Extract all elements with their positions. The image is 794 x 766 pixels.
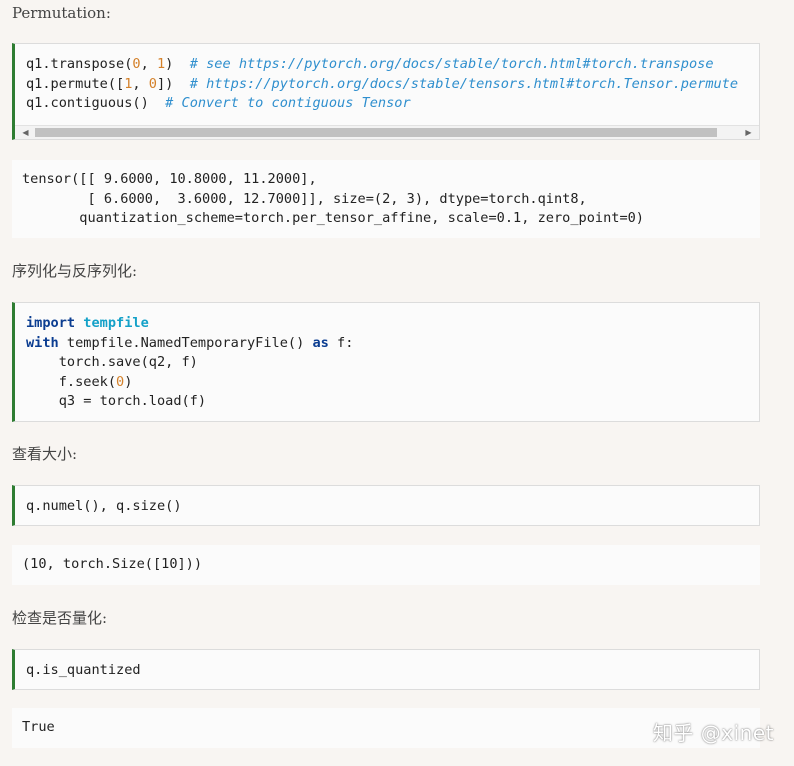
output-cell-permutation: tensor([[ 9.6000, 10.8000, 11.2000], [ 6… bbox=[12, 160, 760, 238]
scrollbar-thumb[interactable] bbox=[35, 128, 717, 137]
code-line: import tempfile bbox=[26, 315, 149, 331]
code-block: q.numel(), q.size() bbox=[26, 498, 182, 514]
heading-permutation: Permutation: bbox=[12, 4, 111, 22]
code-comment: # Convert to contiguous Tensor bbox=[165, 95, 411, 111]
code-line: q3 = torch.load(f) bbox=[26, 393, 207, 409]
code-block: q.is_quantized bbox=[26, 662, 141, 678]
code-line: torch.save(q2, f) bbox=[26, 354, 198, 370]
output-text: True bbox=[22, 719, 55, 735]
code-cell-is-quantized[interactable]: q.is_quantized bbox=[12, 649, 760, 690]
code-line: q1.permute([1, 0]) # https://pytorch.org… bbox=[26, 75, 739, 92]
horizontal-scrollbar[interactable]: ◀ ▶ bbox=[15, 125, 759, 139]
code-cell-permutation[interactable]: q1.transpose(0, 1) # see https://pytorch… bbox=[12, 43, 760, 140]
heading-is-quantized: 检查是否量化: bbox=[12, 609, 108, 627]
output-text: (10, torch.Size([10])) bbox=[22, 556, 203, 572]
scroll-left-arrow-icon[interactable]: ◀ bbox=[19, 126, 32, 139]
code-block: q1.transpose(0, 1) # see https://pytorch… bbox=[15, 44, 759, 114]
heading-size: 查看大小: bbox=[12, 445, 78, 463]
zhihu-watermark: 知乎 @xinet bbox=[652, 721, 774, 745]
output-cell-is-quantized: True bbox=[12, 708, 760, 748]
scroll-right-arrow-icon[interactable]: ▶ bbox=[742, 126, 755, 139]
code-line: q1.contiguous() # Convert to contiguous … bbox=[26, 95, 411, 111]
code-line: with tempfile.NamedTemporaryFile() as f: bbox=[26, 334, 354, 351]
code-cell-serialization[interactable]: import tempfile with tempfile.NamedTempo… bbox=[12, 302, 760, 422]
output-cell-size: (10, torch.Size([10])) bbox=[12, 545, 760, 585]
code-line: q1.transpose(0, 1) # see https://pytorch… bbox=[26, 56, 714, 72]
code-comment: # https://pytorch.org/docs/stable/tensor… bbox=[189, 75, 739, 92]
code-block: import tempfile with tempfile.NamedTempo… bbox=[15, 303, 759, 412]
code-comment: # see https://pytorch.org/docs/stable/to… bbox=[189, 56, 714, 72]
code-line: f.seek(0) bbox=[26, 373, 133, 390]
output-text: tensor([[ 9.6000, 10.8000, 11.2000], [ 6… bbox=[22, 171, 644, 226]
code-cell-size[interactable]: q.numel(), q.size() bbox=[12, 485, 760, 526]
heading-serialization: 序列化与反序列化: bbox=[12, 262, 138, 280]
